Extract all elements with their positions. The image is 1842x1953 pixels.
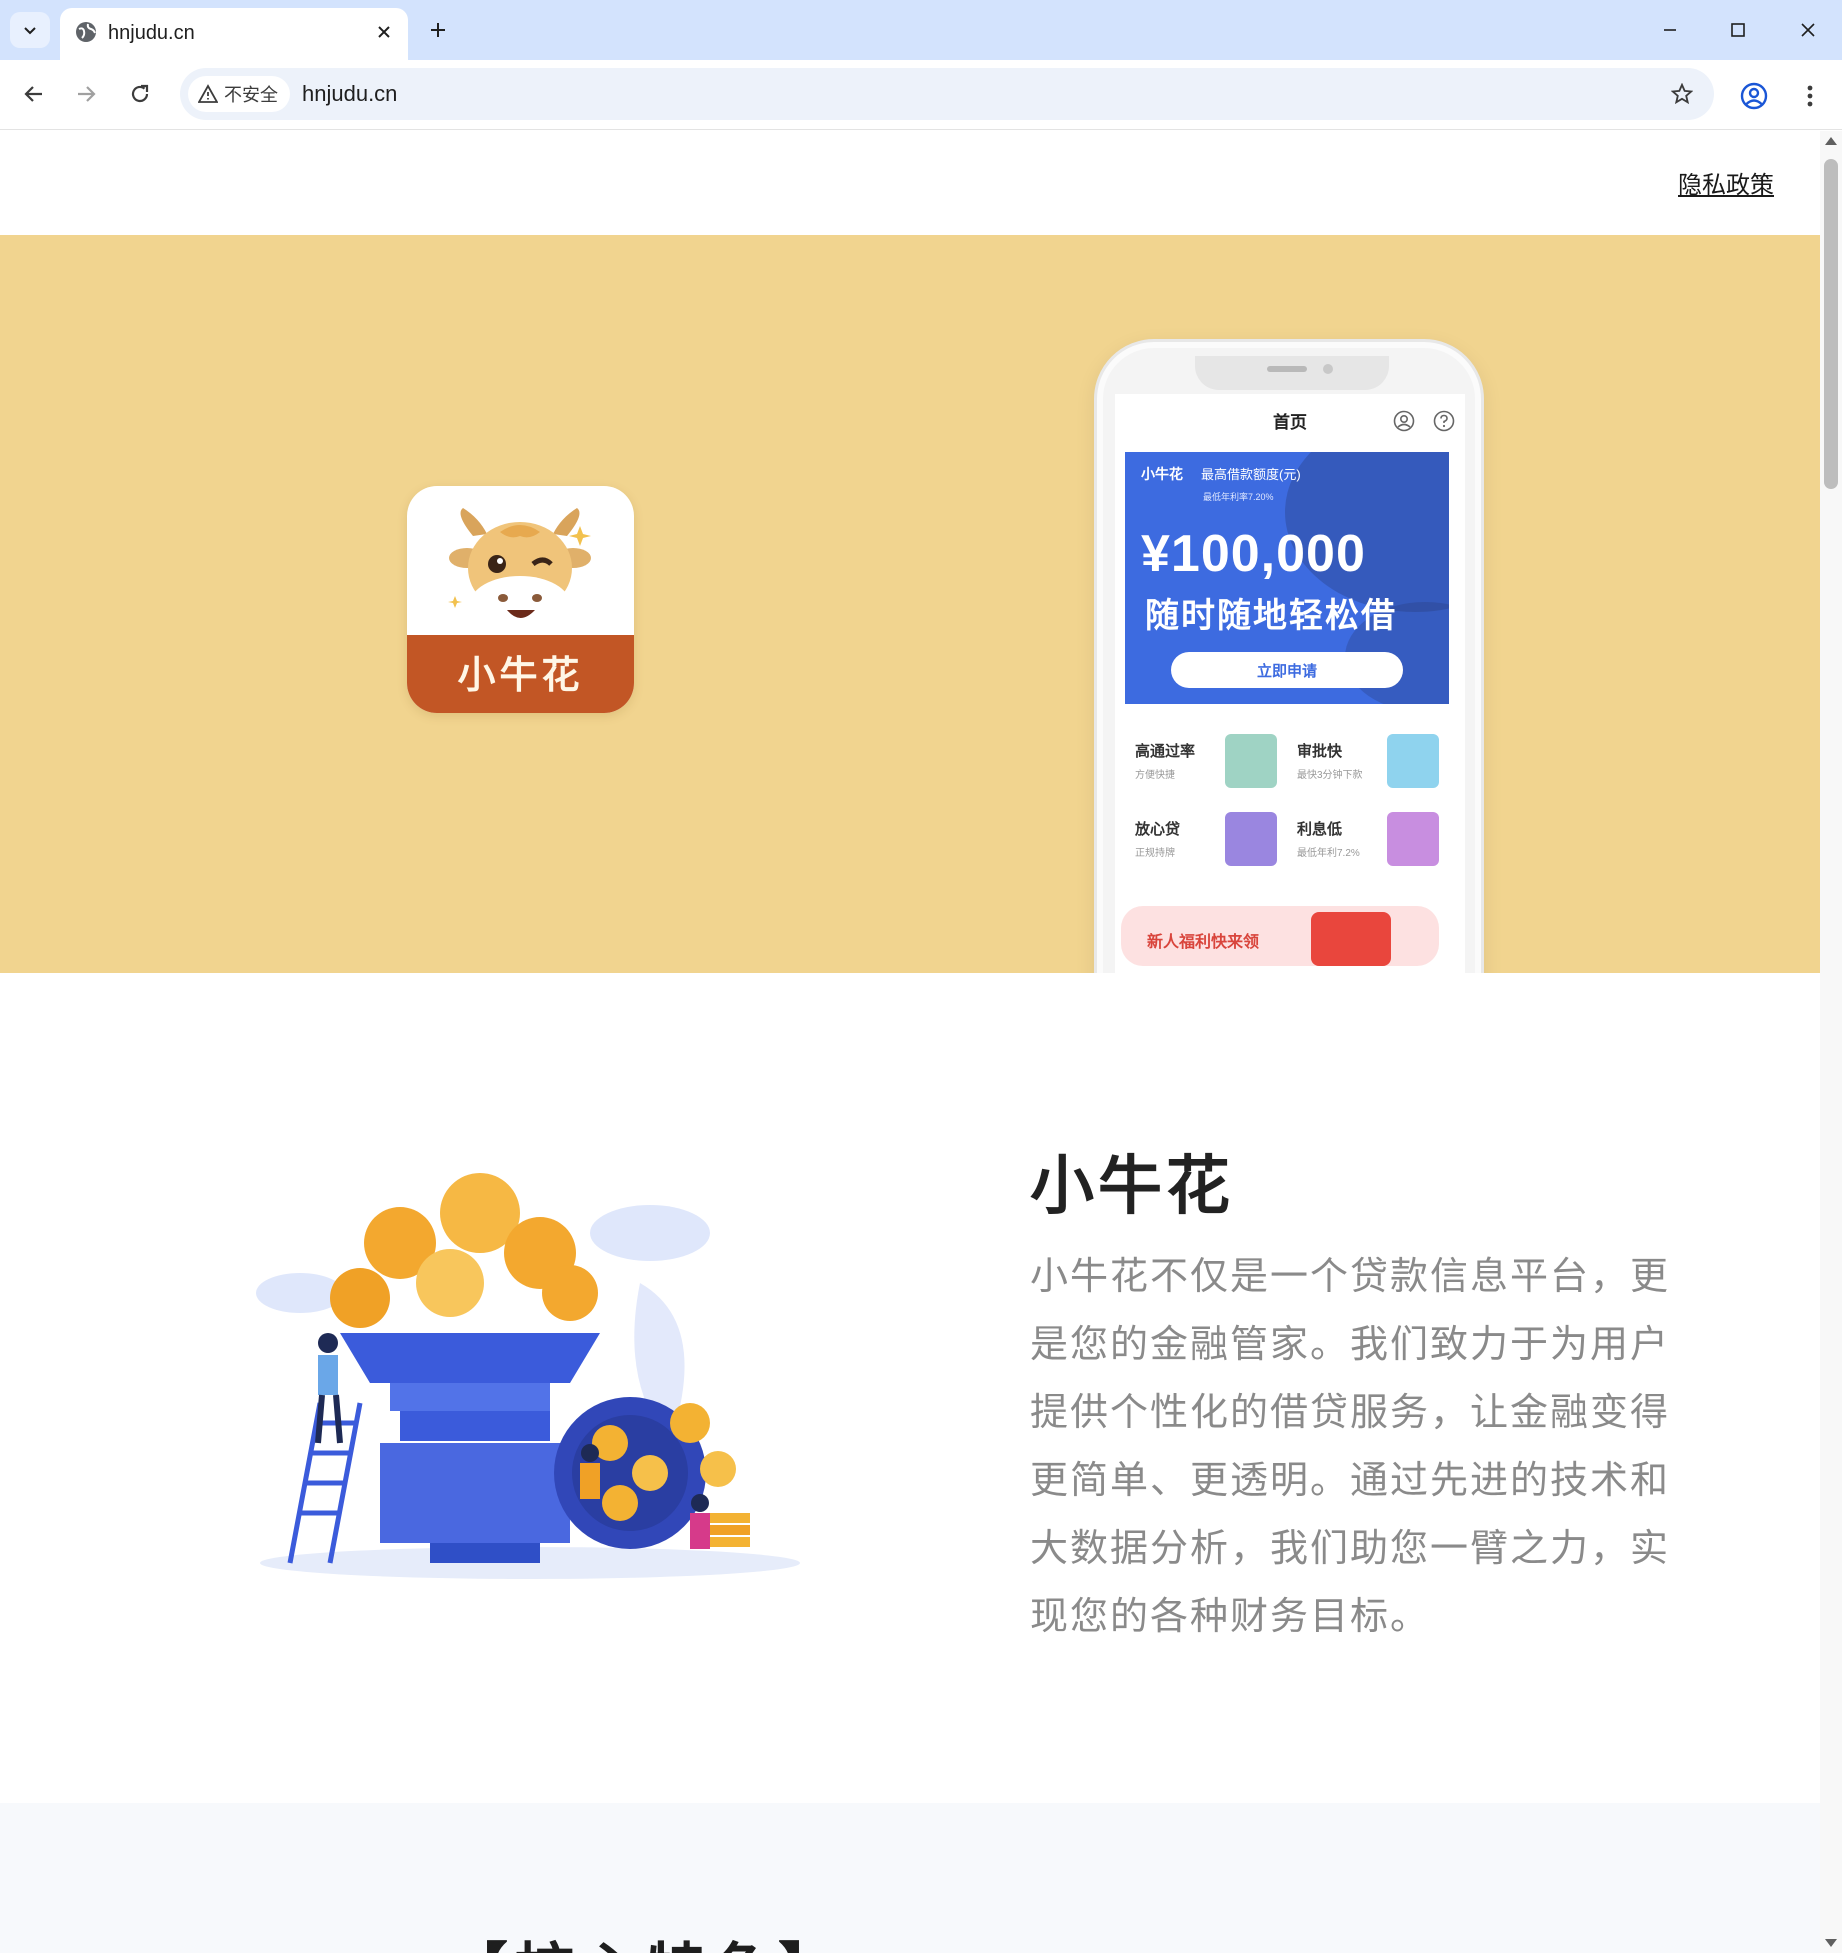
bookmark-button[interactable] — [1664, 76, 1700, 112]
minimize-icon — [1664, 29, 1676, 31]
banner-limit-label: 最高借款额度(元) — [1201, 467, 1301, 482]
promo-text: 新人福利快来领 — [1147, 934, 1260, 951]
feature-subtitle: 正规持牌 — [1135, 848, 1175, 859]
tab-search-button[interactable] — [10, 12, 50, 48]
help-icon — [1433, 410, 1455, 432]
new-user-promo: 新人福利快来领 — [1121, 906, 1439, 966]
more-vertical-icon — [1807, 85, 1813, 107]
back-button[interactable] — [14, 74, 54, 114]
banner-rate: 最低年利率7.20% — [1203, 492, 1274, 502]
chevron-down-icon — [24, 27, 36, 35]
hero-banner: 小牛花 首页 小牛花 最高借款额度(元) 最低年利率7.20% ¥100,000… — [0, 235, 1820, 973]
minimize-button[interactable] — [1648, 10, 1692, 50]
about-description: 小牛花不仅是一个贷款信息平台，更是您的金融管家。我们致力于为用户提供个性化的借贷… — [1030, 1256, 1671, 1638]
arrow-left-icon — [24, 86, 42, 102]
close-icon — [378, 26, 390, 38]
browser-menu-button[interactable] — [1790, 76, 1830, 116]
maximize-icon — [1731, 23, 1745, 37]
lightning-icon — [1387, 734, 1439, 788]
address-bar[interactable]: 不安全 hnjudu.cn — [180, 68, 1714, 120]
cow-mascot-icon — [448, 508, 591, 632]
warning-icon — [198, 84, 218, 103]
feature-grid: 高通过率 方便快捷 审批快 最快3分钟下款 放心贷 正规持牌 利息低 最低年利7… — [1125, 724, 1449, 888]
banner-slogan: 随时随地轻松借 — [1145, 597, 1397, 635]
gift-box-icon — [1311, 912, 1391, 966]
feature-title: 放心贷 — [1135, 821, 1181, 838]
account-circle-icon — [1740, 82, 1768, 110]
reload-button[interactable] — [120, 74, 160, 114]
scroll-down-arrow[interactable] — [1825, 1939, 1837, 1947]
phone-camera — [1323, 364, 1333, 374]
browser-toolbar: 不安全 hnjudu.cn — [0, 60, 1842, 130]
profile-button[interactable] — [1734, 76, 1774, 116]
page-viewport: 隐私政策 小牛花 首页 小牛花 最高借款额度(元) 最低年利率7.20% ¥10… — [0, 131, 1820, 1953]
app-logo: 小牛花 — [407, 486, 634, 713]
phone-speaker — [1267, 366, 1307, 372]
feature-card: 利息低 最低年利7.2% — [1287, 802, 1449, 878]
page-scrollbar[interactable] — [1820, 131, 1842, 1953]
maximize-button[interactable] — [1716, 10, 1760, 50]
coins-icon — [1387, 812, 1439, 866]
privacy-policy-link[interactable]: 隐私政策 — [1678, 171, 1774, 201]
core-features-title: 【核心特色】 — [448, 1923, 844, 1953]
app-logo-name: 小牛花 — [457, 655, 584, 697]
tab-strip: hnjudu.cn — [0, 0, 1842, 60]
security-chip[interactable]: 不安全 — [188, 76, 290, 112]
feature-card: 审批快 最快3分钟下款 — [1287, 724, 1449, 800]
feature-title: 高通过率 — [1135, 743, 1196, 760]
close-icon — [1801, 23, 1815, 37]
arrow-right-icon — [78, 86, 96, 102]
feature-title: 利息低 — [1297, 821, 1343, 838]
close-window-button[interactable] — [1786, 10, 1830, 50]
apply-now-button: 立即申请 — [1171, 652, 1403, 688]
reload-icon — [131, 84, 149, 103]
scrollbar-thumb[interactable] — [1824, 159, 1838, 489]
feature-subtitle: 最低年利7.2% — [1297, 848, 1360, 859]
forward-button[interactable] — [66, 74, 106, 114]
finance-illustration — [256, 1173, 800, 1579]
globe-icon — [76, 22, 96, 42]
feature-card: 放心贷 正规持牌 — [1125, 802, 1287, 878]
shield-icon — [1225, 812, 1277, 866]
tab-title: hnjudu.cn — [108, 22, 195, 44]
about-title: 小牛花 — [1030, 1150, 1234, 1222]
active-tab[interactable]: hnjudu.cn — [60, 8, 408, 60]
phone-screen: 首页 小牛花 最高借款额度(元) 最低年利率7.20% ¥100,000 随时随… — [1115, 394, 1465, 973]
url-text[interactable]: hnjudu.cn — [302, 80, 397, 108]
banner-amount: ¥100,000 — [1141, 525, 1366, 583]
banner-brand: 小牛花 — [1141, 466, 1183, 482]
loan-banner: 小牛花 最高借款额度(元) 最低年利率7.20% ¥100,000 随时随地轻松… — [1125, 452, 1449, 704]
feature-card: 高通过率 方便快捷 — [1125, 724, 1287, 800]
plus-icon — [431, 23, 445, 37]
new-tab-button[interactable] — [420, 12, 456, 48]
feature-subtitle: 方便快捷 — [1135, 770, 1175, 781]
phone-notch — [1195, 356, 1389, 390]
site-header: 隐私政策 — [0, 131, 1820, 235]
star-icon — [1671, 83, 1693, 105]
about-section: 小牛花 小牛花不仅是一个贷款信息平台，更是您的金融管家。我们致力于为用户提供个性… — [0, 973, 1820, 1803]
core-features-section: 【核心特色】 — [0, 1803, 1820, 1953]
close-tab-button[interactable] — [368, 16, 400, 48]
feature-subtitle: 最快3分钟下款 — [1297, 770, 1363, 781]
user-icon — [1393, 410, 1415, 432]
scroll-up-arrow[interactable] — [1825, 137, 1837, 145]
phone-mockup: 首页 小牛花 最高借款额度(元) 最低年利率7.20% ¥100,000 随时随… — [1094, 339, 1484, 973]
money-bag-icon — [1225, 734, 1277, 788]
feature-title: 审批快 — [1297, 743, 1343, 760]
security-label: 不安全 — [224, 85, 278, 105]
